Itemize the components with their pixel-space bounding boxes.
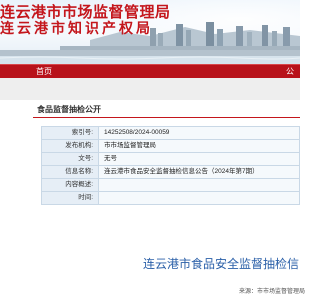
meta-value-doc-number: 无号 [98, 152, 300, 166]
table-row: 时间: [41, 191, 300, 205]
content-card: 食品监督抽检公开 索引号: 14252508/2024-00059 发布机构: … [33, 100, 305, 300]
table-row: 发布机构: 市市场监督管理局 [41, 139, 300, 153]
nav-item-public[interactable]: 公开 [286, 65, 300, 90]
table-row: 内容概述: [41, 178, 300, 192]
meta-key-time: 时间: [41, 191, 99, 205]
meta-key-doc-number: 文号: [41, 152, 99, 166]
meta-value-summary [98, 178, 300, 192]
page-background-band [0, 78, 300, 100]
nav-item-home[interactable]: 首页 [36, 65, 52, 79]
section-title: 食品监督抽检公开 [37, 105, 101, 114]
meta-value-index: 14252508/2024-00059 [98, 126, 300, 140]
document-title: 连云港市食品安全监督抽检信 [143, 257, 300, 271]
site-title-line1: 连云港市市场监督管理局 [0, 3, 171, 21]
table-row: 索引号: 14252508/2024-00059 [41, 126, 300, 140]
table-row: 信息名称: 连云港市食品安全监督抽检信息公告（2024年第7期） [41, 165, 300, 179]
meta-key-info-name: 信息名称: [41, 165, 99, 179]
site-banner: 连云港市市场监督管理局 连云港市知识产权局 [0, 0, 300, 64]
table-row: 文号: 无号 [41, 152, 300, 166]
site-title-line2: 连云港市知识产权局 [0, 21, 153, 37]
section-header: 食品监督抽检公开 [33, 103, 300, 118]
meta-value-info-name: 连云港市食品安全监督抽检信息公告（2024年第7期） [98, 165, 300, 179]
meta-value-publisher: 市市场监督管理局 [98, 139, 300, 153]
meta-key-publisher: 发布机构: [41, 139, 99, 153]
meta-key-index: 索引号: [41, 126, 99, 140]
meta-value-time [98, 191, 300, 205]
metadata-table: 索引号: 14252508/2024-00059 发布机构: 市市场监督管理局 … [41, 126, 300, 205]
meta-key-summary: 内容概述: [41, 178, 99, 192]
main-nav: 首页 公开 [0, 64, 300, 90]
document-source: 来源：市市场监督管理局 [239, 289, 306, 295]
site-title[interactable]: 连云港市市场监督管理局 连云港市知识产权局 [0, 4, 171, 38]
